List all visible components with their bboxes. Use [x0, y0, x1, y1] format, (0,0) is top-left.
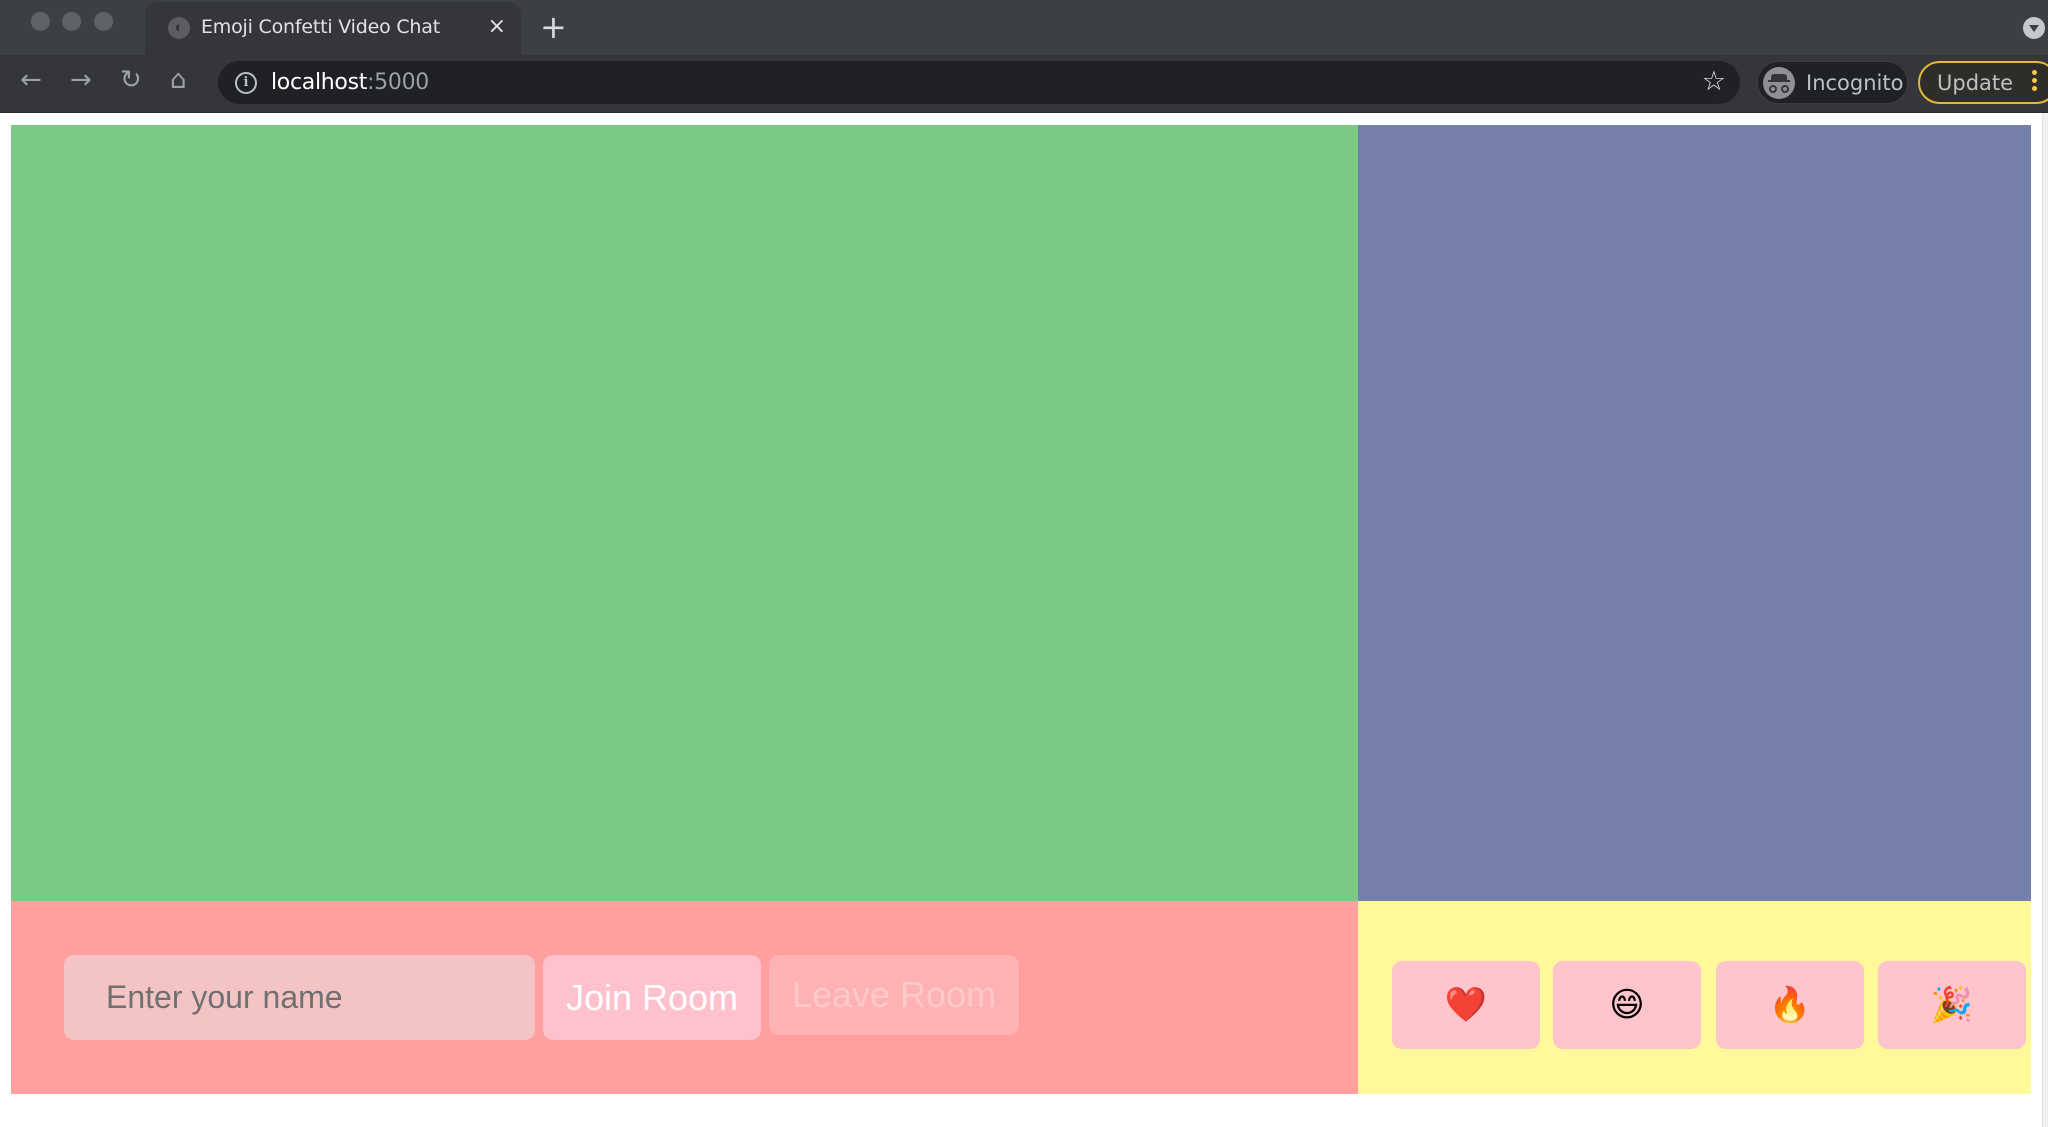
tab-title: Emoji Confetti Video Chat	[201, 16, 440, 38]
site-info-icon[interactable]: i	[235, 72, 257, 94]
window-minimize-dot[interactable]	[62, 12, 81, 31]
url-host: localhost	[271, 70, 368, 95]
join-room-button[interactable]: Join Room	[543, 955, 761, 1040]
grin-emoji-button[interactable]: 😄	[1553, 961, 1701, 1049]
update-button[interactable]: Update	[1918, 61, 2048, 104]
page-scrollbar[interactable]	[2042, 113, 2048, 1127]
fire-emoji-button[interactable]: 🔥	[1716, 961, 1864, 1049]
page-content: Join Room Leave Room ❤️ 😄 🔥 🎉	[0, 113, 2048, 1127]
url-text[interactable]: localhost:5000	[271, 70, 429, 95]
globe-icon: ◐	[168, 17, 190, 39]
browser-toolbar: ← → ↻ ⌂ i localhost:5000 ☆ Incognito Upd…	[0, 55, 2048, 113]
back-arrow-icon[interactable]: ←	[20, 65, 42, 95]
update-label: Update	[1937, 71, 2014, 95]
leave-room-button[interactable]: Leave Room	[769, 955, 1019, 1035]
remote-video-panel	[1358, 125, 2031, 901]
more-menu-icon[interactable]	[2032, 70, 2037, 94]
forward-arrow-icon[interactable]: →	[70, 65, 92, 95]
window-close-dot[interactable]	[31, 12, 50, 31]
home-icon[interactable]: ⌂	[170, 65, 187, 95]
name-input[interactable]	[64, 955, 535, 1040]
window-maximize-dot[interactable]	[94, 12, 113, 31]
local-video-panel	[11, 125, 1358, 901]
party-popper-emoji-button[interactable]: 🎉	[1878, 961, 2026, 1049]
bookmark-star-icon[interactable]: ☆	[1702, 66, 1726, 97]
reload-icon[interactable]: ↻	[120, 65, 142, 95]
address-bar[interactable]: i localhost:5000 ☆	[218, 61, 1740, 104]
new-tab-icon[interactable]: +	[540, 8, 567, 46]
browser-tab[interactable]: ◐ Emoji Confetti Video Chat ×	[145, 2, 521, 55]
emoji-reactions: ❤️ 😄 🔥 🎉	[1358, 901, 2031, 1094]
incognito-icon	[1763, 67, 1795, 99]
incognito-label: Incognito	[1806, 71, 1904, 95]
tab-search-icon[interactable]	[2023, 17, 2045, 39]
browser-titlebar: ◐ Emoji Confetti Video Chat × +	[0, 0, 2048, 55]
room-controls: Join Room Leave Room	[11, 901, 1358, 1094]
incognito-badge[interactable]: Incognito	[1757, 61, 1908, 104]
heart-emoji-button[interactable]: ❤️	[1392, 961, 1540, 1049]
close-tab-icon[interactable]: ×	[488, 14, 506, 39]
url-port: :5000	[367, 70, 429, 95]
